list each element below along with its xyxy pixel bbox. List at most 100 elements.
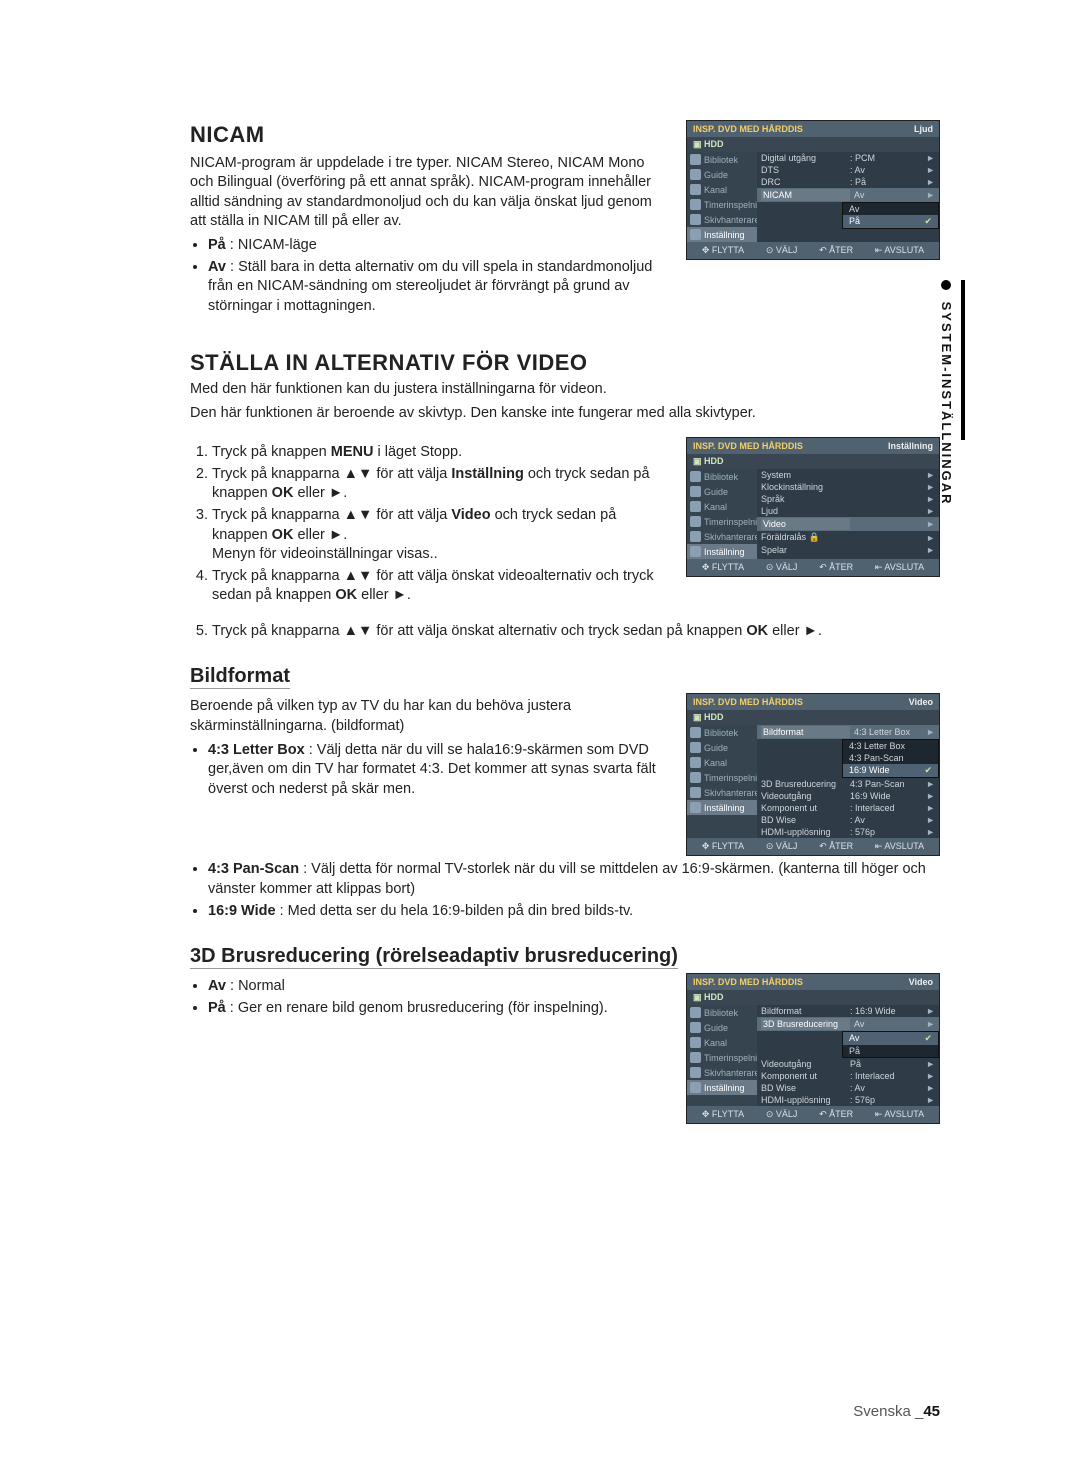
osd-setting-row[interactable]: Bildformat: 16:9 Wide► xyxy=(757,1005,939,1017)
osd-popup-item[interactable]: På✔ xyxy=(843,215,938,228)
menu-icon xyxy=(690,787,701,798)
menu-icon xyxy=(690,531,701,542)
osd-setting-row[interactable]: 3D Brusreducering4:3 Pan-Scan► xyxy=(757,778,939,790)
osd-setting-row[interactable]: Video► xyxy=(757,517,939,531)
osd-popup: AvPå✔ xyxy=(842,202,939,229)
osd-setting-row[interactable]: Språk► xyxy=(757,493,939,505)
menu-icon xyxy=(690,516,701,527)
caret-right-icon: ► xyxy=(926,165,935,175)
osd-panel: INSP. DVD MED HÅRDDISInställning▣ HDDBib… xyxy=(686,437,940,577)
osd-setting-row[interactable]: Videoutgång16:9 Wide► xyxy=(757,790,939,802)
osd-setting-row[interactable]: NICAMAv► xyxy=(757,188,939,202)
osd-setting-row[interactable]: Ljud► xyxy=(757,505,939,517)
footer-lang: Svenska xyxy=(853,1403,911,1420)
osd-setting-row[interactable]: 3D BrusreduceringAv► xyxy=(757,1017,939,1031)
osd-side-item[interactable]: Guide xyxy=(687,740,757,755)
osd-setting-row[interactable]: Komponent ut: Interlaced► xyxy=(757,802,939,814)
osd-side-item[interactable]: Kanal xyxy=(687,755,757,770)
osd-side-item[interactable]: Skivhanterare xyxy=(687,212,757,227)
osd-side-label: Kanal xyxy=(704,758,727,768)
osd-setting-row[interactable]: Klockinställning► xyxy=(757,481,939,493)
osd-side-item[interactable]: Guide xyxy=(687,484,757,499)
osd-popup-item[interactable]: På xyxy=(843,1045,938,1057)
brus-off: Av : Normal xyxy=(208,977,668,997)
osd-popup-label: På xyxy=(849,216,860,227)
osd-bildformat: INSP. DVD MED HÅRDDISVideo▣ HDDBibliotek… xyxy=(686,693,940,856)
osd-setting-row[interactable]: Bildformat4:3 Letter Box► xyxy=(757,725,939,739)
osd-mode: Video xyxy=(909,977,933,987)
osd-popup-item[interactable]: Av xyxy=(843,203,938,215)
footer-page: 45 xyxy=(923,1403,940,1420)
rest: : NICAM-läge xyxy=(226,237,317,253)
osd-title: INSP. DVD MED HÅRDDIS xyxy=(693,124,803,134)
osd-popup-item[interactable]: 16:9 Wide✔ xyxy=(843,764,938,777)
osd-side-item[interactable]: Timerinspelning xyxy=(687,197,757,212)
osd-setting-row[interactable]: Föräldralås 🔒 ► xyxy=(757,531,939,544)
osd-row-label: Video xyxy=(761,518,850,530)
osd-popup-item[interactable]: 4:3 Letter Box xyxy=(843,740,938,752)
osd-side-item[interactable]: Kanal xyxy=(687,182,757,197)
osd-side-item[interactable]: Timerinspelning xyxy=(687,1050,757,1065)
osd-side-item[interactable]: Skivhanterare xyxy=(687,785,757,800)
osd-popup-item[interactable]: 4:3 Pan-Scan xyxy=(843,752,938,764)
caret-right-icon: ► xyxy=(926,1059,935,1069)
osd-setting-row[interactable]: BD Wise: Av► xyxy=(757,1082,939,1094)
menu-icon xyxy=(690,184,701,195)
osd-side-item[interactable]: Bibliotek xyxy=(687,725,757,740)
osd-side-item[interactable]: Skivhanterare xyxy=(687,529,757,544)
osd-row-label: Videoutgång xyxy=(761,1059,846,1069)
hint-select: ⊙ VÄLJ xyxy=(766,841,798,852)
osd-side-label: Inställning xyxy=(704,803,745,813)
osd-setting-row[interactable]: Komponent ut: Interlaced► xyxy=(757,1070,939,1082)
osd-popup: Av✔På xyxy=(842,1031,939,1058)
osd-side-item[interactable]: Inställning xyxy=(687,227,757,242)
osd-side-item[interactable]: Bibliotek xyxy=(687,152,757,167)
menu-icon xyxy=(690,1082,701,1093)
hint-select: ⊙ VÄLJ xyxy=(766,562,798,573)
osd-side-item[interactable]: Timerinspelning xyxy=(687,770,757,785)
osd-side-item[interactable]: Timerinspelning xyxy=(687,514,757,529)
osd-side-item[interactable]: Inställning xyxy=(687,544,757,559)
osd-popup-item[interactable]: Av✔ xyxy=(843,1032,938,1045)
osd-row-value: 4:3 Pan-Scan xyxy=(850,779,922,789)
osd-setting-row[interactable]: VideoutgångPå► xyxy=(757,1058,939,1070)
osd-popup-label: På xyxy=(849,1046,860,1056)
osd-row-label: DTS xyxy=(761,165,846,175)
osd-row-label: NICAM xyxy=(761,189,850,201)
osd-setting-row[interactable]: Digital utgång: PCM► xyxy=(757,152,939,164)
osd-setting-row[interactable]: DRC: På► xyxy=(757,176,939,188)
osd-side-label: Guide xyxy=(704,743,728,753)
caret-right-icon: ► xyxy=(926,545,935,555)
osd-side-item[interactable]: Kanal xyxy=(687,499,757,514)
osd-setting-row[interactable]: HDMI-upplösning: 576p► xyxy=(757,826,939,838)
lead: Av xyxy=(208,259,226,275)
osd-side-item[interactable]: Skivhanterare xyxy=(687,1065,757,1080)
osd-title: INSP. DVD MED HÅRDDIS xyxy=(693,697,803,707)
osd-setting-row[interactable]: Spelar► xyxy=(757,544,939,556)
osd-row-label: Föräldralås 🔒 xyxy=(761,532,846,543)
menu-icon xyxy=(690,757,701,768)
osd-side-label: Bibliotek xyxy=(704,1008,738,1018)
osd-side-label: Bibliotek xyxy=(704,728,738,738)
hint-move: ✥ FLYTTA xyxy=(702,562,744,573)
osd-side-label: Guide xyxy=(704,1023,728,1033)
caret-right-icon: ► xyxy=(926,533,935,543)
osd-setting-row[interactable]: BD Wise: Av► xyxy=(757,814,939,826)
osd-row-label: HDMI-upplösning xyxy=(761,1095,846,1105)
osd-setting-row[interactable]: DTS: Av► xyxy=(757,164,939,176)
osd-side-item[interactable]: Guide xyxy=(687,1020,757,1035)
caret-right-icon: ► xyxy=(926,506,935,516)
menu-icon xyxy=(690,1052,701,1063)
osd-setting-row[interactable]: HDMI-upplösning: 576p► xyxy=(757,1094,939,1106)
caret-right-icon: ► xyxy=(926,815,935,825)
osd-side-item[interactable]: Guide xyxy=(687,167,757,182)
osd-side-item[interactable]: Kanal xyxy=(687,1035,757,1050)
osd-row-value: Av xyxy=(854,1019,922,1029)
bullet-icon xyxy=(941,280,951,290)
osd-side-item[interactable]: Inställning xyxy=(687,800,757,815)
osd-side-item[interactable]: Bibliotek xyxy=(687,1005,757,1020)
nicam-heading: NICAM xyxy=(190,120,668,150)
osd-setting-row[interactable]: System► xyxy=(757,469,939,481)
osd-side-item[interactable]: Inställning xyxy=(687,1080,757,1095)
osd-side-item[interactable]: Bibliotek xyxy=(687,469,757,484)
